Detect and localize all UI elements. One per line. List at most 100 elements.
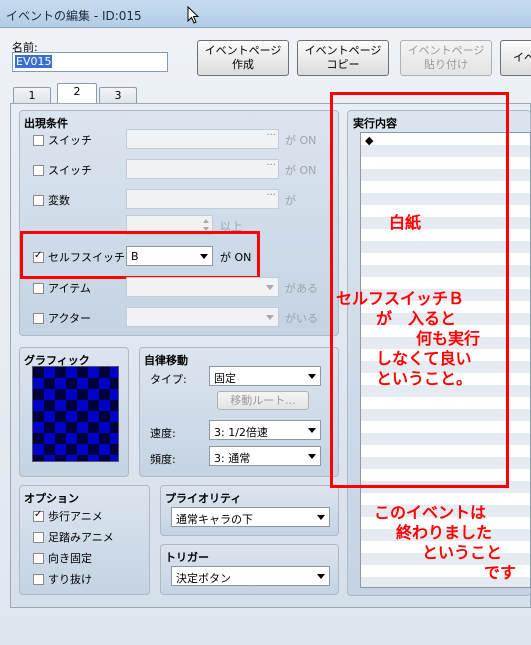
window-title: イベントの編集 - ID:015 <box>6 9 142 23</box>
switch2-box <box>33 164 44 176</box>
through-box <box>33 573 44 585</box>
paste-page-button[interactable]: イベントページ 貼り付け <box>400 40 492 76</box>
direction-fix-label: 向き固定 <box>48 552 92 565</box>
type-value: 固定 <box>214 372 236 385</box>
option-through[interactable]: すり抜け <box>33 571 92 587</box>
priority-select[interactable]: 通常キャラの下 <box>171 507 330 527</box>
tab-page-2-label: 2 <box>73 85 81 98</box>
option-stepping-anim[interactable]: 足踏みアニメ <box>33 529 114 545</box>
priority-chevron-icon <box>317 515 325 520</box>
trigger-chevron-icon <box>317 574 325 579</box>
paste-page-label-2: 貼り付け <box>424 58 468 71</box>
create-page-button[interactable]: イベントページ 作成 <box>197 40 289 76</box>
actor-select[interactable] <box>126 307 279 327</box>
switch1-checkbox[interactable]: スイッチ <box>33 132 92 148</box>
item-suffix: がある <box>285 282 318 295</box>
item-box <box>33 282 44 294</box>
annotation-event-end-line-4: です <box>484 563 517 582</box>
tab-page-1-label: 1 <box>28 89 36 102</box>
copy-page-button[interactable]: イベントページ コピー <box>297 40 389 76</box>
switch1-field[interactable]: ··· <box>126 129 279 149</box>
graphic-preview[interactable] <box>32 366 119 462</box>
tab-page-3-label: 3 <box>114 89 122 102</box>
annotation-self-switch-line-3: 何も実行 <box>416 329 481 348</box>
frequency-value: 3: 通常 <box>214 452 251 465</box>
tab-page-1[interactable]: 1 <box>13 87 51 104</box>
tab-page-3[interactable]: 3 <box>99 87 137 104</box>
move-route-button[interactable]: 移動ルート... <box>217 391 309 410</box>
switch2-field[interactable]: ··· <box>126 159 279 179</box>
annotation-self-switch-line-1: セルフスイッチＢ <box>336 289 465 308</box>
checkmark-icon: ✓ <box>34 508 43 520</box>
actor-chevron-icon <box>266 315 274 320</box>
walking-anim-box: ✓ <box>33 508 44 522</box>
through-label: すり抜け <box>48 573 92 586</box>
variable-browse-icon: ··· <box>266 190 276 201</box>
self-switch-highlight <box>20 231 260 279</box>
switch1-label: スイッチ <box>48 134 92 147</box>
mouse-cursor-icon <box>187 6 200 24</box>
frequency-select[interactable]: 3: 通常 <box>209 446 321 466</box>
switch1-box <box>33 134 44 146</box>
walking-anim-label: 歩行アニメ <box>48 510 103 523</box>
item-label: アイテム <box>48 282 91 295</box>
type-chevron-icon <box>308 374 316 379</box>
variable-suffix: が <box>285 194 296 207</box>
actor-box <box>33 312 44 324</box>
stepping-anim-label: 足踏みアニメ <box>48 531 114 544</box>
copy-page-label-2: コピー <box>326 58 360 71</box>
priority-value: 通常キャラの下 <box>176 513 253 526</box>
direction-fix-box <box>33 552 44 564</box>
speed-value: 3: 1/2倍速 <box>214 426 268 439</box>
annotation-self-switch: セルフスイッチＢ が 入ると 何も実行 しなくて良い ということ。 <box>336 289 502 389</box>
clear-page-label: イベ <box>513 51 531 64</box>
clear-page-button[interactable]: イベ <box>500 40 531 76</box>
frequency-chevron-icon <box>308 454 316 459</box>
conditions-title: 出現条件 <box>24 117 68 130</box>
annotation-self-switch-line-4: しなくて良い <box>376 349 472 368</box>
annotation-event-end-line-3: ということ <box>422 543 503 562</box>
paste-page-label-1: イベントページ <box>407 44 485 57</box>
speed-label: 速度: <box>150 427 176 440</box>
type-select[interactable]: 固定 <box>209 366 321 386</box>
annotation-blank: 白紙 <box>389 213 422 232</box>
switch1-browse-icon: ··· <box>266 130 276 141</box>
trigger-value: 決定ボタン <box>176 572 231 585</box>
name-input[interactable]: EV015 <box>12 52 168 72</box>
item-checkbox[interactable]: アイテム <box>33 280 91 296</box>
annotation-self-switch-line-5: ということ。 <box>376 369 473 388</box>
switch1-suffix: が ON <box>285 134 317 147</box>
switch2-browse-icon: ··· <box>266 160 276 171</box>
actor-label: アクター <box>48 312 92 325</box>
create-page-label-2: 作成 <box>232 58 254 71</box>
copy-page-label-1: イベントページ <box>304 44 382 57</box>
option-walking-anim[interactable]: ✓ 歩行アニメ <box>33 508 103 524</box>
options-title: オプション <box>24 492 79 505</box>
tab-page-2[interactable]: 2 <box>57 83 97 103</box>
variable-label: 変数 <box>48 194 70 207</box>
type-label: タイプ: <box>150 373 187 386</box>
frequency-label: 頻度: <box>150 453 176 466</box>
autonomous-title: 自律移動 <box>144 354 188 367</box>
option-direction-fix[interactable]: 向き固定 <box>33 550 92 566</box>
name-input-value: EV015 <box>15 55 53 68</box>
switch2-label: スイッチ <box>48 164 92 177</box>
item-chevron-icon <box>266 285 274 290</box>
annotation-event-end-line-1: このイベントは <box>374 503 487 522</box>
variable-box <box>33 194 44 206</box>
actor-suffix: がいる <box>285 312 318 325</box>
item-select[interactable] <box>126 277 279 297</box>
priority-title: プライオリティ <box>165 492 242 505</box>
speed-select[interactable]: 3: 1/2倍速 <box>209 420 321 440</box>
switch2-suffix: が ON <box>285 164 317 177</box>
trigger-select[interactable]: 決定ボタン <box>171 566 330 586</box>
create-page-label-1: イベントページ <box>204 44 282 57</box>
variable-field[interactable]: ··· <box>126 189 279 209</box>
switch2-checkbox[interactable]: スイッチ <box>33 162 92 178</box>
annotation-self-switch-line-2: が 入ると <box>376 309 457 328</box>
spinner-up-icon <box>203 219 209 223</box>
variable-checkbox[interactable]: 変数 <box>33 192 70 208</box>
annotation-event-end-line-2: 終わりました <box>396 523 493 542</box>
actor-checkbox[interactable]: アクター <box>33 310 91 326</box>
move-route-label: 移動ルート... <box>230 393 296 407</box>
